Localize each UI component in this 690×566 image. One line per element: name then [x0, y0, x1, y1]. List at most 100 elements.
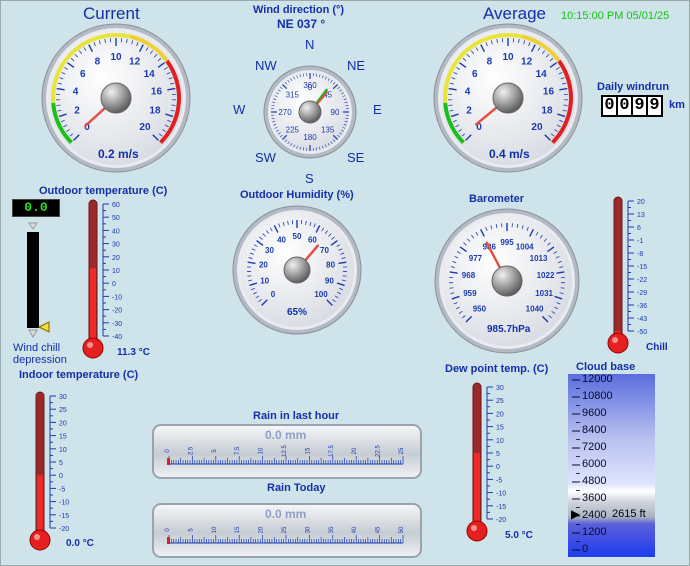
thermometer-tick-label: 20: [496, 411, 504, 418]
dial-tick-label: 360: [303, 81, 317, 90]
gauge-tick-label: 10: [502, 52, 514, 63]
wind-direction-dial: 04590135180225270315360: [263, 65, 357, 159]
gauge-tick-label: 16: [543, 87, 555, 98]
thermometer-tick-label: -15: [637, 264, 647, 271]
gauge-tick-label: 14: [536, 69, 548, 80]
thermometer-tick-label: -20: [59, 526, 69, 533]
cloud-tick: 0: [582, 543, 589, 555]
rain-tick-label: 15: [235, 526, 241, 533]
rain-tick-label: 7.5: [235, 446, 241, 455]
daily-windrun-title: Daily windrun: [597, 81, 670, 93]
dial-tick-label: 270: [278, 108, 292, 117]
thermometer-tick-label: -22: [637, 277, 647, 284]
rain-tick-label: 50: [399, 526, 405, 533]
thermometer-tick-label: 0: [496, 464, 500, 471]
rain-level-marker: [167, 537, 170, 544]
thermometer-tick-label: 5: [496, 451, 500, 458]
dial-tick-label: 225: [286, 126, 300, 135]
rain-today-scale: 0 5 10 15 20 25 30 35 40 45 50: [165, 526, 405, 544]
cloud-tick: 1200: [582, 526, 607, 538]
indoor-temperature-value: 0.0 °C: [66, 538, 94, 549]
gauge-tick-label: 60: [308, 236, 317, 245]
wind-chill-lcd: 0.0: [12, 199, 60, 217]
gauge-tick-label: 950: [473, 305, 487, 314]
gauge-tick-label: 12: [521, 56, 533, 67]
outdoor-temperature-thermometer: 60 50 40 30 20 10 0 -10 -20 -30 -40: [82, 199, 122, 359]
dew-point-title: Dew point temp. (C): [445, 363, 549, 375]
gauge-tick-label: 1031: [535, 289, 553, 298]
gauge-tick-label: 8: [487, 56, 493, 67]
compass-n: N: [305, 37, 315, 52]
thermometer-tick-label: 15: [496, 425, 504, 432]
thermometer-tick-label: 13: [637, 212, 645, 219]
daily-windrun-counter: 0 0 9 9: [601, 95, 663, 117]
thermometer-tick-label: -30: [112, 321, 122, 328]
rain-tick-label: 5: [188, 528, 194, 532]
thermometer-tick-label: -43: [637, 316, 647, 323]
compass-s: S: [305, 171, 314, 186]
compass-w: W: [233, 102, 246, 117]
average-wind-value: 0.4 m/s: [489, 147, 530, 161]
thermometer-bulb-highlight: [87, 342, 93, 348]
thermometer-tick-label: -10: [496, 491, 506, 498]
thermometer-fill: [90, 268, 96, 348]
thermometer-tick-label: -36: [637, 303, 647, 310]
gauge-tick-label: 18: [149, 106, 161, 117]
thermometer-tick-label: -10: [59, 500, 69, 507]
barometer-title: Barometer: [469, 193, 525, 205]
cloud-base-title: Cloud base: [576, 361, 636, 373]
chill-thermometer: 20 13 6 -1 -8 -15 -22 -29 -36 -43 -50: [607, 196, 647, 354]
windrun-digit: 9: [648, 96, 661, 115]
thermometer-bulb-highlight: [471, 525, 477, 531]
gauge-tick-label: 968: [462, 271, 476, 280]
gauge-tick-label: 14: [144, 69, 156, 80]
gauge-tick-label: 12: [129, 56, 141, 67]
gauge-tick-label: 16: [151, 87, 163, 98]
cloud-tick: 3600: [582, 492, 607, 504]
gauge-tick-label: 8: [95, 56, 101, 67]
gauge-tick-label: 4: [465, 87, 471, 98]
gauge-tick-label: 4: [73, 87, 79, 98]
rain-last-hour-title: Rain in last hour: [253, 410, 340, 422]
rain-tick-label: 40: [352, 526, 358, 533]
thermometer-tick-label: 60: [112, 202, 120, 209]
cloud-tick: 12000: [582, 373, 613, 385]
cloud-tick: 8400: [582, 424, 607, 436]
dial-tick-label: 135: [321, 126, 335, 135]
rain-tick-label: 22.5: [376, 445, 382, 457]
indoor-temperature-thermometer: 30 25 20 15 10 5 0 -5 -10 -15 -20: [29, 391, 69, 551]
gauge-tick-label: 10: [260, 277, 269, 286]
thermometer-tick-label: 0: [59, 473, 63, 480]
rain-tick-label: 2.5: [188, 446, 194, 455]
thermometer-tick-label: 20: [59, 420, 67, 427]
thermometer-tick-label: -50: [637, 329, 647, 336]
windrun-digit: 0: [603, 96, 616, 115]
thermometer-bulb: [466, 520, 488, 542]
gauge-tick-label: 50: [293, 232, 302, 241]
thermometer-tick-label: -1: [637, 238, 643, 245]
thermometer-tick-label: 0: [112, 281, 116, 288]
gauge-tick-label: 40: [277, 236, 286, 245]
wind-direction-title: Wind direction (°): [253, 4, 345, 16]
gauge-tick-label: 1022: [537, 271, 555, 280]
gauge-tick-label: 70: [320, 246, 329, 255]
gauge-tick: [448, 104, 453, 106]
thermometer-tick-label: 30: [496, 385, 504, 392]
thermometer-tick-label: -15: [496, 504, 506, 511]
cloud-tick: 9600: [582, 407, 607, 419]
thermometer-tick-label: 25: [496, 398, 504, 405]
thermometer-tube: [613, 196, 623, 344]
thermometer-tick-label: -8: [637, 251, 643, 258]
thermometer-bulb: [607, 332, 629, 354]
gauge-hub: [283, 256, 311, 284]
thermometer-tick-label: 30: [59, 394, 67, 401]
gauge-tick: [171, 104, 176, 106]
dew-point-value: 5.0 °C: [505, 530, 533, 541]
rain-last-hour-value: 0.0 mm: [265, 428, 307, 442]
gauge-tick: [342, 275, 347, 277]
gauge-tick-label: 20: [531, 122, 543, 133]
rain-today-title: Rain Today: [267, 482, 326, 494]
rain-tick-label: 20: [259, 526, 265, 533]
compass-se: SE: [347, 150, 365, 165]
gauge-tick-label: 30: [265, 246, 274, 255]
